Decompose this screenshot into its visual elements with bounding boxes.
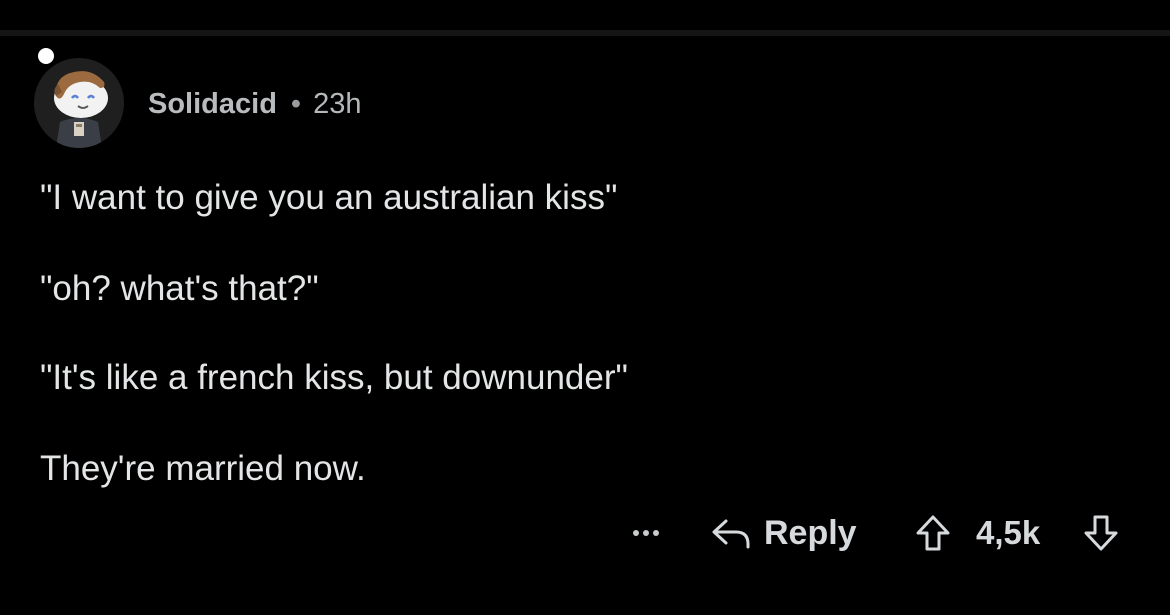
comment-actions: Reply 4,5k: [600, 508, 1140, 558]
comment-meta: Solidacid • 23h: [148, 84, 361, 124]
username-link[interactable]: Solidacid: [148, 88, 277, 121]
downvote-arrow-icon: [1084, 515, 1118, 551]
upvote-arrow-icon: [916, 515, 950, 551]
vote-score: 4,5k: [976, 514, 1041, 551]
reply-button[interactable]: Reply: [710, 508, 857, 558]
comment-body-line: They're married now.: [40, 449, 366, 488]
more-dots-icon: [633, 530, 659, 536]
comment: Solidacid • 23h "I want to give you an a…: [0, 0, 1170, 615]
reddit-snoo-avatar-icon: [34, 58, 124, 148]
upvote-button[interactable]: [912, 512, 954, 554]
timestamp: 23h: [313, 87, 362, 120]
reply-arrow-icon: [712, 519, 750, 549]
comment-body-line: "I want to give you an australian kiss": [40, 178, 618, 217]
reply-label: Reply: [764, 513, 857, 552]
avatar[interactable]: [34, 58, 124, 148]
online-indicator: [38, 48, 54, 64]
meta-separator: •: [290, 87, 302, 120]
comment-body-line: "oh? what's that?": [40, 269, 319, 308]
more-options-button[interactable]: [626, 513, 666, 553]
comment-body-line: "It's like a french kiss, but downunder": [40, 358, 628, 397]
downvote-button[interactable]: [1080, 512, 1122, 554]
